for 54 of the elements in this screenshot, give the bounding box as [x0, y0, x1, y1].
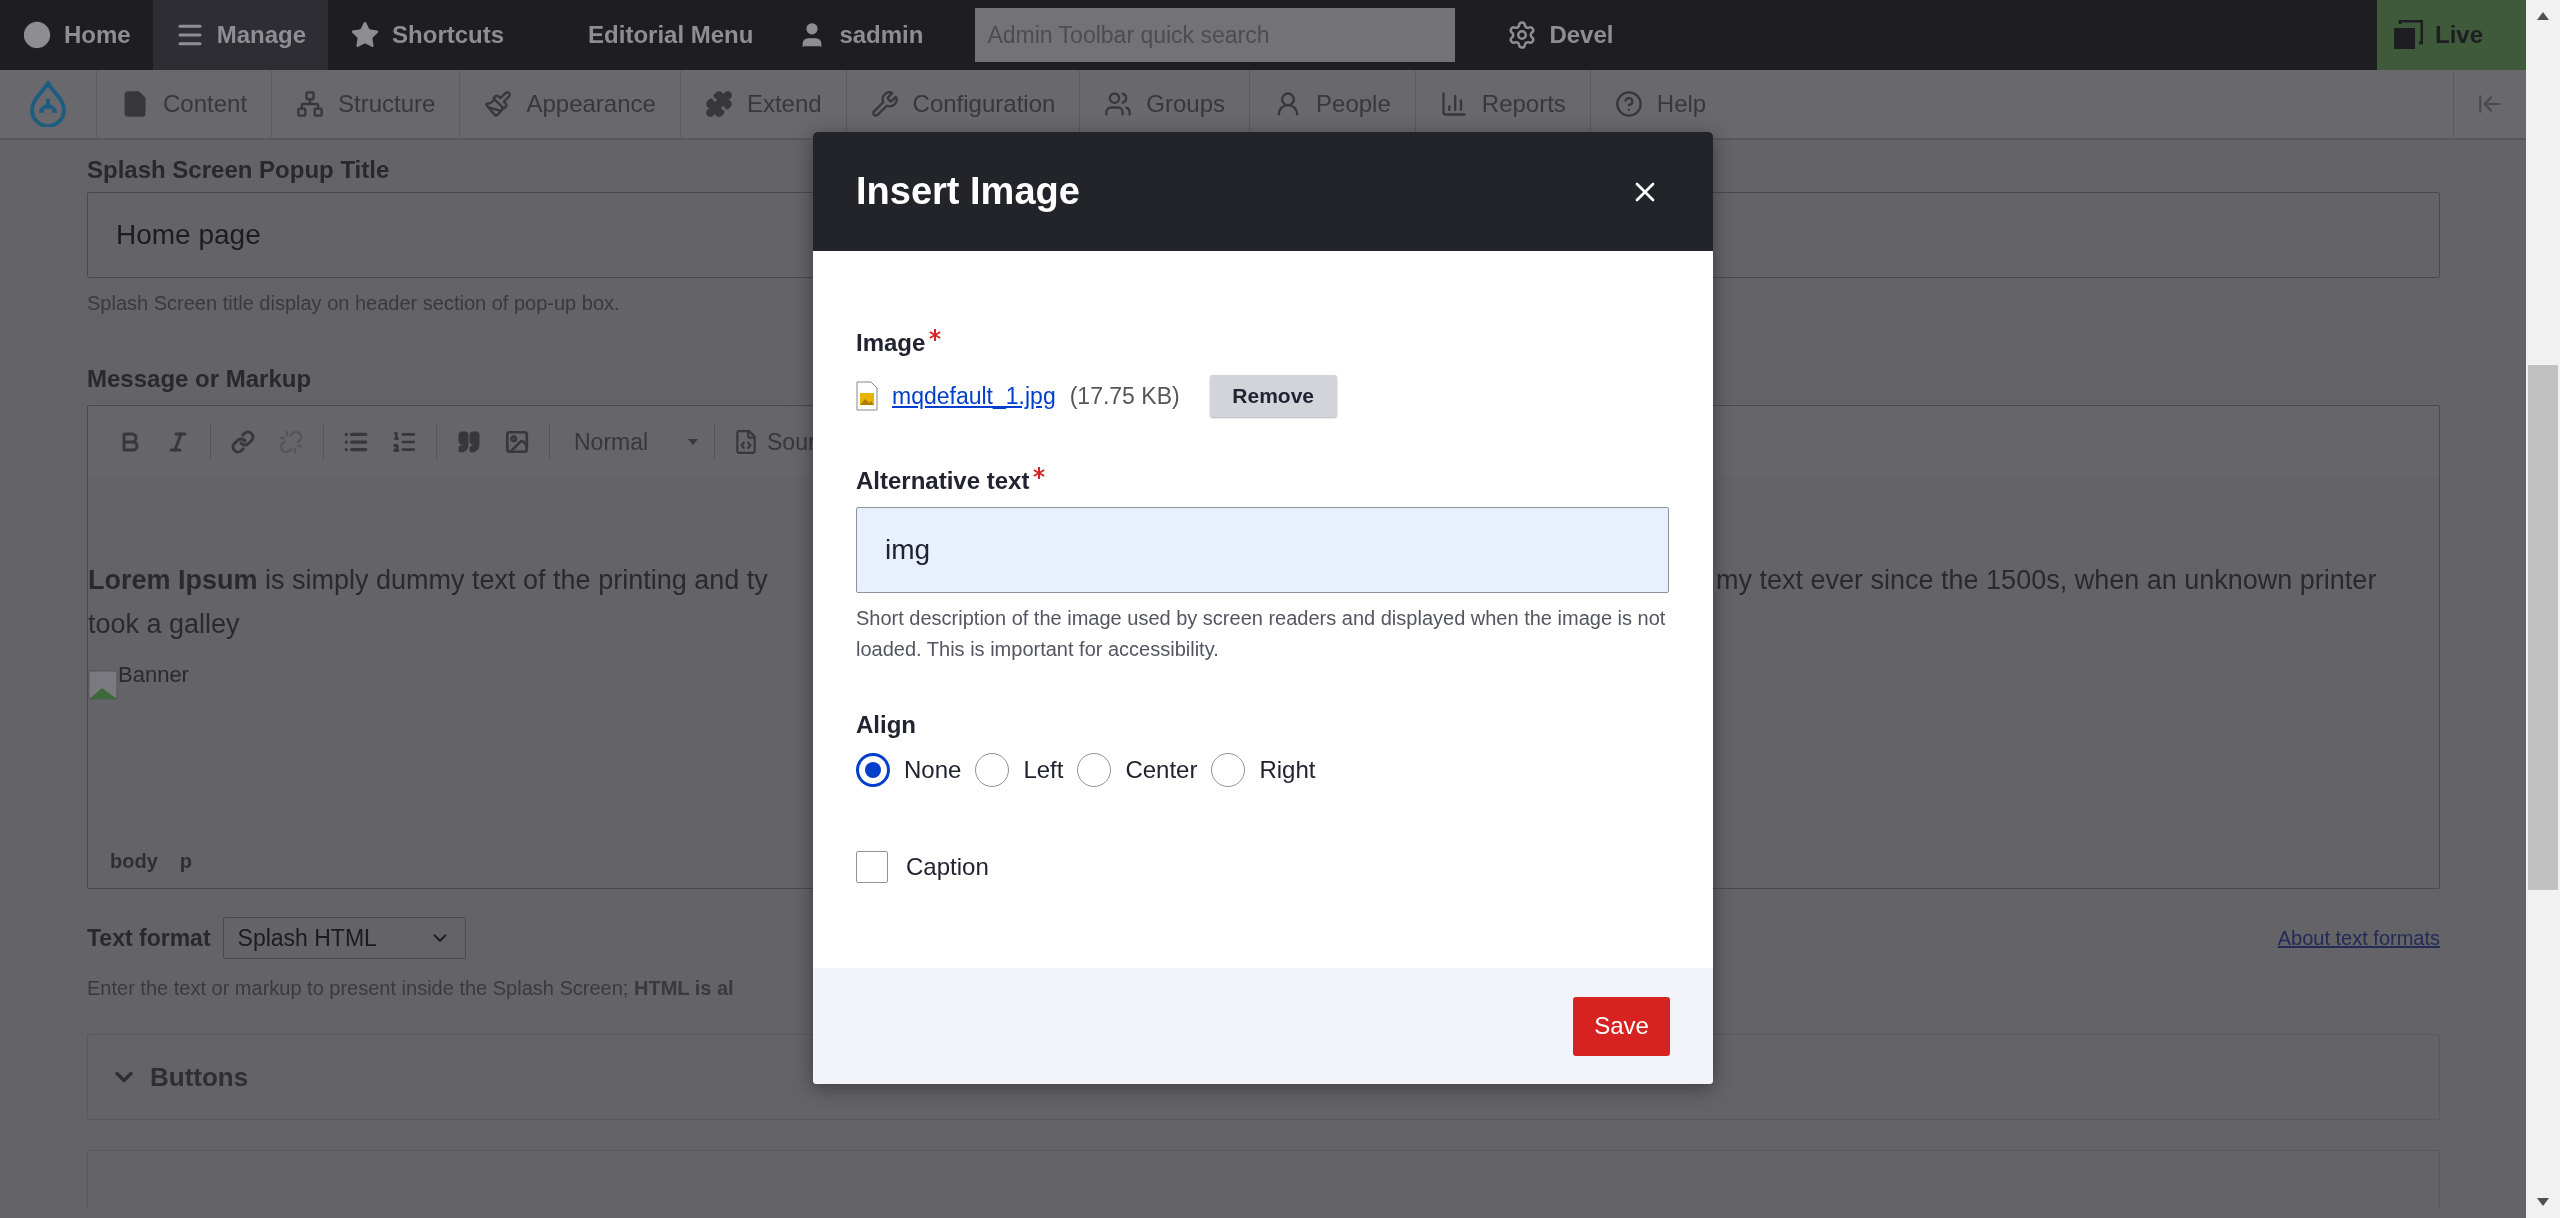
field-label: Message or Markup: [87, 365, 313, 393]
radio-option[interactable]: None: [856, 753, 974, 787]
file-size: (17.75 KB): [1069, 382, 1180, 410]
toolbar-tab[interactable]: Home: [0, 0, 153, 70]
radio-button[interactable]: [856, 753, 890, 787]
image-icon: [504, 429, 530, 455]
dialog-title: Insert Image: [856, 170, 1080, 213]
toolbar-tab[interactable]: sadmin: [775, 0, 946, 70]
link-icon: [231, 430, 255, 454]
help-link[interactable]: About text formats: [2277, 926, 2440, 950]
alt-text-field[interactable]: img: [856, 507, 1669, 593]
copy-icon: [2393, 20, 2423, 50]
remove-button[interactable]: Remove: [1209, 375, 1337, 417]
toolbar-tab[interactable]: Editorial Menu: [566, 0, 776, 70]
radio-option[interactable]: Center: [1077, 753, 1210, 787]
checkbox-option[interactable]: Caption: [856, 851, 1670, 883]
group-icon: [1104, 90, 1133, 118]
hierarchy-icon: [296, 90, 325, 118]
drop-logo-icon[interactable]: [30, 81, 66, 127]
field-label: Align: [856, 711, 917, 739]
help-icon: [1614, 90, 1643, 118]
field-label: Image: [856, 329, 926, 357]
scrollbar[interactable]: [2526, 0, 2560, 1218]
bar-chart-icon: [1439, 90, 1468, 118]
gear-icon: [1507, 20, 1538, 50]
star-icon: [350, 20, 381, 50]
code-file-icon: [733, 429, 759, 455]
file-link[interactable]: mqdefault_1.jpg: [892, 382, 1056, 410]
paragraph-text: my text ever since the 1500s, when an unknown printer: [1716, 564, 2378, 597]
image-alt-text: Banner: [118, 662, 189, 688]
save-button[interactable]: Save: [1573, 996, 1670, 1056]
radio-option[interactable]: Left: [975, 753, 1076, 787]
field-label: Text format: [87, 924, 211, 952]
scroll-up-icon: [2537, 12, 2549, 20]
checkbox[interactable]: [856, 851, 888, 883]
caret-icon: [688, 439, 698, 445]
paragraph-text: Lorem Ipsum is simply dummy text of the printing and ty: [88, 564, 769, 597]
live-button[interactable]: Live: [2377, 0, 2526, 70]
wrench-icon: [870, 90, 899, 118]
radio-option[interactable]: Right: [1211, 753, 1328, 787]
scroll-down-icon: [2537, 1198, 2549, 1206]
puzzle-icon: [704, 90, 733, 118]
paragraph-text: took a galley: [88, 608, 241, 641]
format-select[interactable]: Splash HTML: [222, 917, 466, 959]
toolbar-tab[interactable]: Manage: [152, 0, 329, 70]
image-file-icon: [856, 381, 878, 411]
field-label: Alternative text: [856, 467, 1030, 495]
toolbar-tab[interactable]: Shortcuts: [328, 0, 527, 70]
numbered-list-icon: [391, 429, 417, 455]
quote-icon: [457, 430, 481, 454]
field-label: Splash Screen Popup Title: [87, 156, 391, 184]
field-description: Short description of the image used by screen readers and displayed when the image is not loaded. This is important for accessibility.: [856, 606, 1667, 662]
toolbar-tab[interactable]: Devel: [1485, 0, 1636, 70]
paintbrush-icon: [484, 90, 513, 118]
